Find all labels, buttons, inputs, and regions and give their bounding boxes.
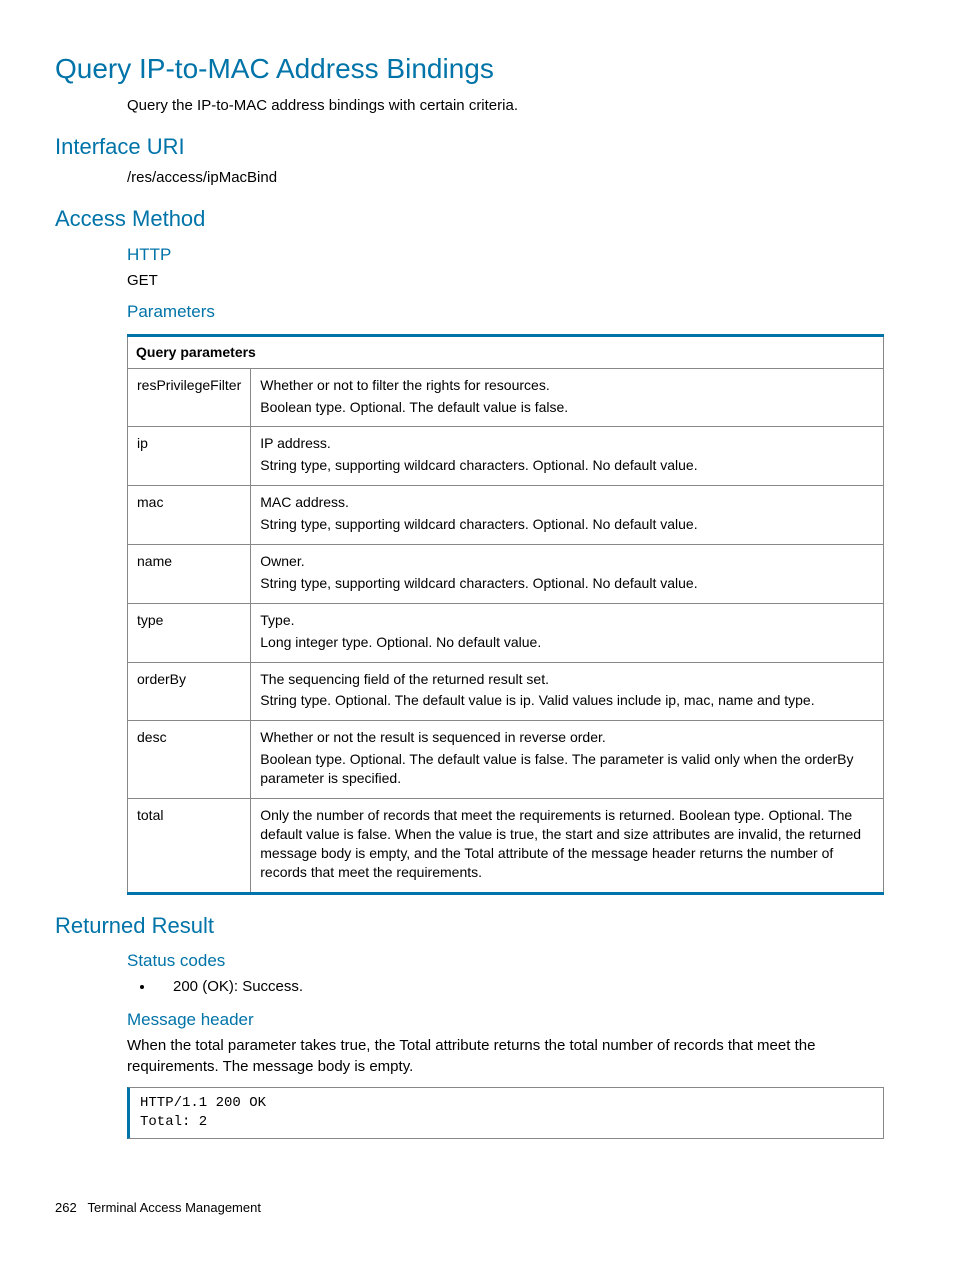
table-row: ipIP address.String type, supporting wil… [128, 427, 884, 486]
http-heading: HTTP [127, 244, 884, 267]
access-method-heading: Access Method [55, 204, 884, 234]
param-description: Only the number of records that meet the… [251, 799, 884, 894]
param-description: Type.Long integer type. Optional. No def… [251, 603, 884, 662]
status-code-item: 200 (OK): Success. [155, 977, 884, 997]
param-name: name [128, 545, 251, 604]
param-name: resPrivilegeFilter [128, 368, 251, 427]
interface-uri-heading: Interface URI [55, 132, 884, 162]
interface-uri-value: /res/access/ipMacBind [127, 168, 884, 188]
message-header-heading: Message header [127, 1009, 884, 1032]
table-row: nameOwner.String type, supporting wildca… [128, 545, 884, 604]
param-name: type [128, 603, 251, 662]
param-description: The sequencing field of the returned res… [251, 662, 884, 721]
param-description: Whether or not to filter the rights for … [251, 368, 884, 427]
param-name: total [128, 799, 251, 894]
footer-page-number: 262 [55, 1200, 77, 1215]
table-row: orderByThe sequencing field of the retur… [128, 662, 884, 721]
table-row: typeType.Long integer type. Optional. No… [128, 603, 884, 662]
param-name: orderBy [128, 662, 251, 721]
page-footer: 262 Terminal Access Management [55, 1199, 884, 1217]
query-parameters-table: Query parameters resPrivilegeFilterWheth… [127, 334, 884, 895]
param-description: MAC address.String type, supporting wild… [251, 486, 884, 545]
table-header: Query parameters [128, 335, 884, 368]
parameters-heading: Parameters [127, 301, 884, 324]
code-block: HTTP/1.1 200 OK Total: 2 [127, 1087, 884, 1139]
table-row: descWhether or not the result is sequenc… [128, 721, 884, 799]
footer-section: Terminal Access Management [88, 1200, 261, 1215]
param-description: Owner.String type, supporting wildcard c… [251, 545, 884, 604]
status-codes-heading: Status codes [127, 950, 884, 973]
page-title: Query IP-to-MAC Address Bindings [55, 50, 884, 88]
param-name: ip [128, 427, 251, 486]
message-header-body: When the total parameter takes true, the… [127, 1036, 884, 1077]
page-subtitle: Query the IP-to-MAC address bindings wit… [127, 96, 884, 116]
param-name: mac [128, 486, 251, 545]
table-row: macMAC address.String type, supporting w… [128, 486, 884, 545]
param-name: desc [128, 721, 251, 799]
returned-result-heading: Returned Result [55, 911, 884, 941]
table-row: resPrivilegeFilterWhether or not to filt… [128, 368, 884, 427]
http-method: GET [127, 271, 884, 291]
table-row: totalOnly the number of records that mee… [128, 799, 884, 894]
param-description: Whether or not the result is sequenced i… [251, 721, 884, 799]
param-description: IP address.String type, supporting wildc… [251, 427, 884, 486]
